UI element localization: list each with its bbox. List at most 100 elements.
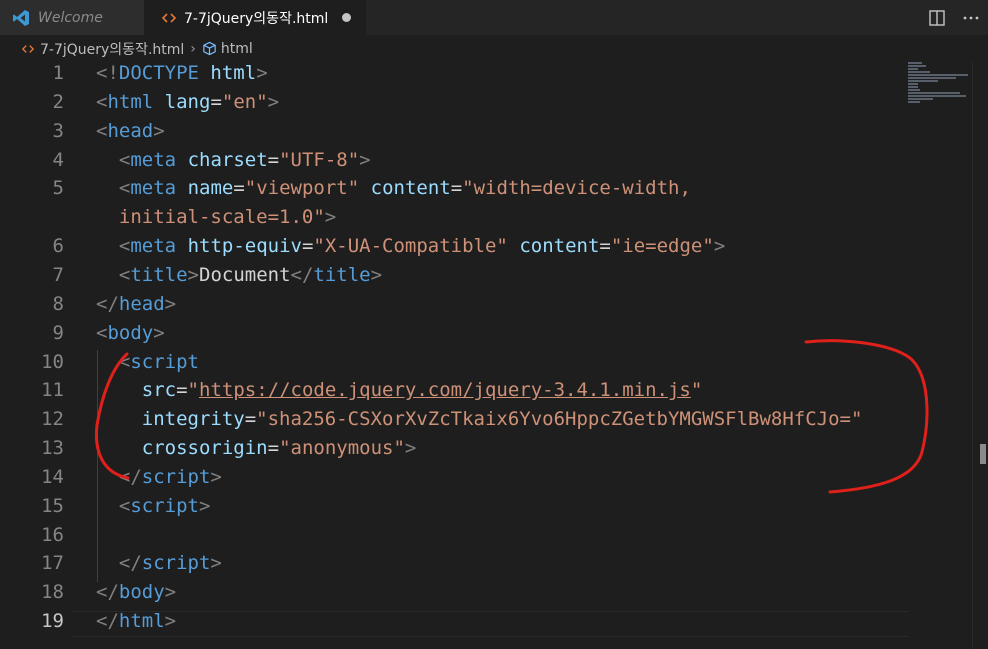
code-token: charset: [187, 148, 268, 171]
code-token: "ie=edge": [610, 235, 714, 258]
line-number: 8: [52, 292, 64, 315]
code-token: "UTF-8": [279, 148, 360, 171]
line-number: 13: [41, 437, 64, 460]
code-token: >: [187, 263, 199, 286]
code-line[interactable]: </script>: [96, 466, 222, 488]
code-token: html: [107, 90, 154, 113]
breadcrumb-element-icon: [202, 41, 217, 56]
code-token: =: [244, 408, 257, 431]
code-line[interactable]: <script>: [96, 494, 211, 517]
code-token: DOCTYPE: [118, 62, 199, 84]
code-token: >: [713, 235, 726, 258]
code-line[interactable]: <meta charset="UTF-8">: [96, 149, 371, 171]
code-token: =: [450, 177, 463, 200]
code-line[interactable]: <!DOCTYPE html>: [96, 62, 268, 84]
code-line[interactable]: </script>: [96, 552, 222, 574]
code-token: head: [107, 119, 154, 142]
code-line[interactable]: </html>: [96, 610, 176, 632]
code-line[interactable]: </head>: [96, 293, 176, 315]
code-token: <: [96, 90, 108, 113]
code-token: script: [141, 465, 211, 488]
line-number: 2: [52, 90, 64, 113]
code-token: "anonymous": [279, 437, 405, 460]
code-token: >: [198, 494, 211, 517]
code-token: <!: [96, 62, 119, 84]
code-line[interactable]: <head>: [96, 120, 165, 142]
tab-label: Welcome: [38, 9, 103, 26]
code-token: title: [313, 263, 371, 286]
code-line[interactable]: initial-scale=1.0">: [96, 206, 336, 228]
code-token: http-equiv: [187, 235, 302, 258]
code-token: =: [301, 235, 314, 258]
code-token: meta: [130, 235, 177, 258]
vertical-scrollbar[interactable]: [972, 62, 987, 649]
vscode-logo-icon: [12, 9, 30, 27]
code-line[interactable]: crossorigin="anonymous">: [96, 437, 417, 460]
current-line-highlight: [72, 611, 908, 637]
code-token: head: [118, 292, 165, 315]
code-line[interactable]: <title>Document</title>: [96, 264, 382, 286]
code-line[interactable]: src="https://code.jquery.com/jquery-3.4.…: [96, 379, 703, 402]
code-token: "width=device-width,: [462, 177, 691, 200]
code-token: >: [164, 292, 177, 315]
code-line[interactable]: <script: [96, 351, 199, 373]
breadcrumb-file[interactable]: 7-7jQuery의동작.html: [22, 39, 184, 59]
code-line[interactable]: <body>: [96, 322, 165, 344]
code-token: html: [210, 62, 257, 84]
code-token: =: [233, 177, 245, 200]
split-editor-icon[interactable]: [928, 9, 946, 27]
code-token: body: [107, 321, 154, 344]
code-token: name: [187, 177, 234, 200]
minimap[interactable]: [908, 62, 970, 112]
code-token: =: [599, 235, 611, 258]
line-number: 9: [52, 321, 64, 344]
line-number: 12: [41, 408, 64, 431]
code-line[interactable]: <html lang="en">: [96, 91, 279, 113]
line-number: 7: [52, 263, 64, 286]
code-token: meta: [130, 148, 177, 171]
code-token: crossorigin: [141, 437, 268, 460]
code-token: integrity: [141, 408, 245, 431]
line-number: 14: [41, 465, 64, 488]
code-token: >: [210, 552, 222, 575]
code-token: >: [370, 263, 383, 286]
tab-label: 7-7jQuery의동작.html: [184, 10, 329, 27]
scrollbar-thumb[interactable]: [980, 444, 986, 464]
breadcrumb-element[interactable]: html: [202, 41, 253, 57]
code-line[interactable]: </body>: [96, 581, 176, 603]
code-token: </: [96, 292, 119, 315]
chevron-right-icon: ›: [190, 40, 196, 57]
code-token: </: [290, 263, 314, 286]
line-number: 6: [52, 235, 64, 258]
more-actions-icon[interactable]: [962, 9, 980, 27]
line-number: 3: [52, 119, 64, 142]
unsaved-dot-icon[interactable]: [342, 13, 352, 22]
tab-active-file[interactable]: 7-7jQuery의동작.html: [144, 0, 366, 35]
code-token: </: [96, 610, 119, 633]
tab-welcome[interactable]: Welcome: [0, 0, 144, 35]
code-token: =: [176, 379, 188, 402]
code-token: src: [141, 379, 177, 402]
code-line[interactable]: <meta http-equiv="X-UA-Compatible" conte…: [96, 235, 725, 257]
line-number: 5: [52, 177, 64, 200]
code-token: script: [130, 350, 199, 373]
code-token: "en": [221, 90, 268, 113]
line-number: 4: [52, 148, 64, 171]
code-token: >: [267, 90, 280, 113]
html-file-icon: [22, 43, 34, 55]
code-token: </: [96, 581, 119, 604]
code-line[interactable]: integrity="sha256-CSXorXvZcTkaix6Yvo6Hpp…: [96, 408, 863, 431]
line-number: 10: [41, 350, 64, 373]
breadcrumb-file-label: 7-7jQuery의동작.html: [40, 41, 185, 58]
code-token: =: [267, 148, 280, 171]
code-token: <: [118, 235, 131, 258]
code-line[interactable]: <meta name="viewport" content="width=dev…: [96, 177, 691, 199]
code-token: ": [690, 379, 703, 402]
code-token: =: [267, 437, 280, 460]
